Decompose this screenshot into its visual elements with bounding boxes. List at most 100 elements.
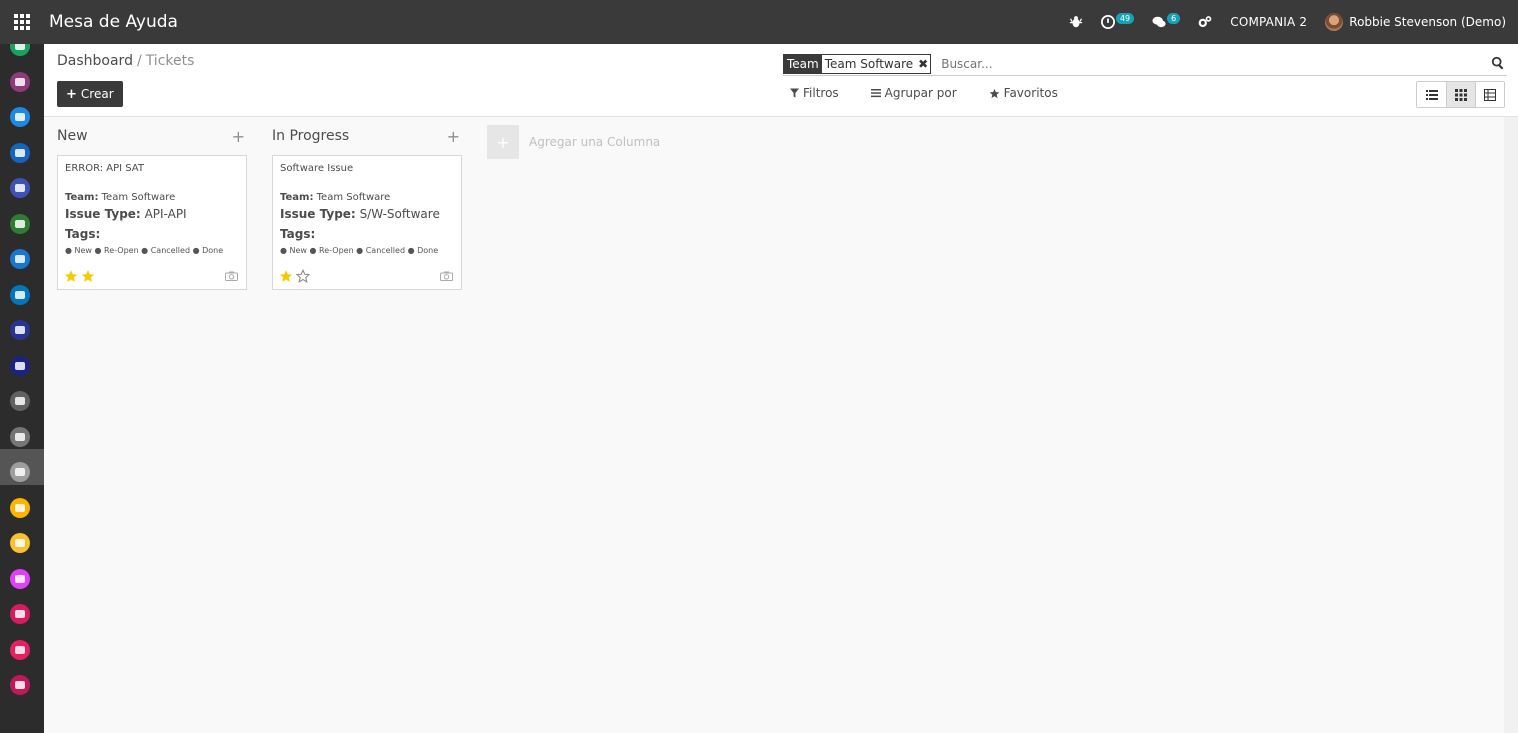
- activity-badge: 49: [1115, 12, 1135, 24]
- table-icon: [1484, 88, 1496, 101]
- camera-icon[interactable]: [440, 271, 453, 281]
- kanban-view-button[interactable]: [1446, 82, 1475, 107]
- top-navbar: Mesa de Ayuda 49 6 COMPANIA 2 Robbie Ste…: [0, 0, 1518, 44]
- priority-stars[interactable]: [279, 269, 310, 283]
- star-empty-icon[interactable]: [296, 269, 310, 283]
- filters-label: Filtros: [803, 86, 839, 100]
- ticket-issue-type: Issue Type: S/W-Software: [280, 207, 440, 221]
- sidebar-app-icon[interactable]: [10, 497, 30, 518]
- company-switcher[interactable]: COMPANIA 2: [1230, 15, 1307, 29]
- sidebar-app-icon[interactable]: [10, 426, 30, 447]
- search-bar: Team Team Software ✖: [783, 52, 1507, 76]
- sidebar-app-icon[interactable]: [10, 107, 30, 127]
- breadcrumb-separator: /: [136, 53, 142, 69]
- ticket-team: Team: Team Software: [280, 192, 391, 203]
- search-options: Filtros Agrupar por Favoritos: [790, 86, 1058, 100]
- facet-value: Team Software: [824, 56, 914, 71]
- star-filled-icon[interactable]: [64, 269, 78, 283]
- sidebar-app-icon[interactable]: [10, 639, 30, 660]
- bars-icon: [870, 89, 881, 98]
- breadcrumb-current: Tickets: [145, 53, 195, 69]
- apps-menu-icon[interactable]: [0, 0, 44, 44]
- ticket-tags: ● New ● Re-Open ● Cancelled ● Done: [280, 246, 439, 255]
- user-avatar: [1325, 13, 1344, 31]
- facet-remove-icon[interactable]: ✖: [916, 57, 930, 71]
- group-by-label: Agrupar por: [884, 86, 957, 100]
- sidebar-app-icon[interactable]: [10, 675, 30, 695]
- user-name: Robbie Stevenson (Demo): [1349, 15, 1506, 29]
- sidebar-app-icon[interactable]: [10, 568, 30, 589]
- list-view-button[interactable]: [1417, 82, 1446, 107]
- debug-bug-icon[interactable]: [1069, 15, 1083, 29]
- app-sidebar: [0, 44, 44, 733]
- ticket-title: ERROR: API SAT: [65, 163, 144, 174]
- kanban-board: New + ERROR: API SAT Team: Team Software…: [44, 117, 1518, 733]
- camera-icon[interactable]: [225, 271, 238, 281]
- favorites-dropdown[interactable]: Favoritos: [989, 86, 1058, 100]
- activity-menu[interactable]: 49: [1100, 12, 1135, 29]
- list-icon: [1425, 89, 1438, 100]
- ticket-card[interactable]: ERROR: API SAT Team: Team Software Issue…: [57, 155, 247, 290]
- messages-badge: 6: [1167, 12, 1181, 24]
- ticket-team: Team: Team Software: [65, 192, 176, 203]
- sidebar-app-icon[interactable]: [10, 355, 30, 376]
- create-button[interactable]: + Crear: [57, 81, 123, 107]
- sidebar-app-icon[interactable]: [10, 213, 30, 234]
- star-icon: [989, 88, 999, 98]
- sidebar-app-icon[interactable]: [10, 462, 30, 482]
- kanban-column-in-progress: In Progress + Software Issue Team: Team …: [272, 117, 462, 290]
- column-title[interactable]: New: [57, 128, 88, 144]
- sidebar-app-icon[interactable]: [10, 178, 30, 198]
- filters-dropdown[interactable]: Filtros: [790, 86, 839, 100]
- control-panel: Dashboard / Tickets + Crear Team Team Soft…: [44, 44, 1518, 117]
- vertical-scrollbar[interactable]: [1504, 117, 1518, 733]
- messaging-menu[interactable]: 6: [1152, 12, 1181, 29]
- star-filled-icon[interactable]: [81, 269, 95, 283]
- app-title[interactable]: Mesa de Ayuda: [49, 12, 178, 32]
- clock-icon: [1100, 15, 1115, 29]
- settings-gears-icon[interactable]: [1198, 15, 1212, 29]
- sidebar-app-icon[interactable]: [10, 533, 30, 553]
- add-column[interactable]: + Agregar una Columna: [487, 125, 660, 159]
- ticket-title: Software Issue: [280, 163, 354, 174]
- sidebar-app-icon[interactable]: [10, 604, 30, 624]
- favorites-label: Favoritos: [1003, 86, 1058, 100]
- create-button-label: Crear: [80, 87, 114, 101]
- sidebar-app-icon[interactable]: [10, 249, 30, 269]
- view-switcher: [1416, 81, 1505, 108]
- ticket-tags: ● New ● Re-Open ● Cancelled ● Done: [65, 246, 224, 255]
- star-filled-icon[interactable]: [279, 269, 293, 283]
- search-input[interactable]: [941, 56, 1482, 71]
- search-icon[interactable]: [1491, 56, 1505, 70]
- ticket-issue-type: Issue Type: API-API: [65, 207, 187, 221]
- user-menu[interactable]: Robbie Stevenson (Demo): [1325, 13, 1506, 31]
- ticket-tags-label: Tags:: [65, 227, 101, 241]
- grid-icon: [1455, 88, 1467, 101]
- add-column-label[interactable]: Agregar una Columna: [529, 135, 660, 149]
- ticket-tags-label: Tags:: [280, 227, 316, 241]
- kanban-column-new: New + ERROR: API SAT Team: Team Software…: [57, 117, 247, 290]
- breadcrumb-dashboard[interactable]: Dashboard: [57, 53, 133, 69]
- search-facet: Team Team Software ✖: [783, 53, 932, 74]
- quick-create-plus-icon[interactable]: +: [232, 127, 245, 146]
- pivot-view-button[interactable]: [1475, 82, 1504, 107]
- ticket-card[interactable]: Software Issue Team: Team Software Issue…: [272, 155, 462, 290]
- sidebar-app-icon[interactable]: [10, 44, 30, 56]
- filter-icon: [790, 88, 799, 98]
- column-header: In Progress +: [272, 117, 462, 155]
- add-column-plus-icon[interactable]: +: [487, 125, 519, 159]
- sidebar-app-icon[interactable]: [10, 284, 30, 305]
- plus-icon: +: [66, 86, 77, 102]
- sidebar-app-icon[interactable]: [10, 320, 30, 340]
- sidebar-app-icon[interactable]: [10, 391, 30, 411]
- quick-create-plus-icon[interactable]: +: [447, 127, 460, 146]
- column-title[interactable]: In Progress: [272, 128, 349, 144]
- chat-icon: [1152, 16, 1166, 28]
- breadcrumb: Dashboard / Tickets: [57, 53, 194, 69]
- sidebar-app-icon[interactable]: [10, 71, 30, 92]
- sidebar-app-icon[interactable]: [10, 142, 30, 163]
- priority-stars[interactable]: [64, 269, 95, 283]
- column-header: New +: [57, 117, 247, 155]
- group-by-dropdown[interactable]: Agrupar por: [870, 86, 957, 100]
- facet-label: Team: [784, 54, 822, 73]
